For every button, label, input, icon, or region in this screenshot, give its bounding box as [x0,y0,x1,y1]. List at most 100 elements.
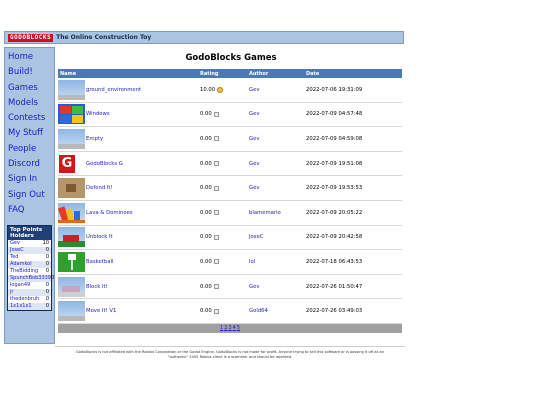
game-author-link[interactable]: Gev [249,87,260,93]
game-thumbnail[interactable] [58,227,85,248]
game-row: Empty 0.00 Gev 2022-07-09 04:59:08 [58,126,402,152]
pagination-row: 12345 [58,323,402,333]
site-tagline: The Online Construction Toy [56,34,152,41]
column-header-author: Author [247,69,304,78]
game-author-cell: Gev [247,151,304,177]
game-name-cell: Unblock It [58,225,198,251]
page-link-1[interactable]: 1 [220,325,223,331]
points-value: 0 [45,289,49,296]
game-name-link[interactable]: Basketball [86,259,113,265]
points-holder-name[interactable]: Adamkol [10,261,32,268]
game-name-link[interactable]: Move It! V1 [86,308,116,314]
points-holder-name[interactable]: Gev [10,240,20,247]
points-row: JoseC 0 [8,247,51,255]
top-banner: GODOBLOCKS The Online Construction Toy [4,31,404,44]
top-points-title: Top Points Holders [10,227,43,240]
game-name-link[interactable]: GodoBlocks G [86,161,123,167]
points-holder-name[interactable]: thedenbruh [10,296,39,303]
game-name-link[interactable]: Windows [86,111,110,117]
game-date-cell: 2022-07-09 20:05:22 [304,200,402,226]
points-holder-name[interactable]: TheBidding [10,268,38,275]
game-name-link[interactable]: Block It! [86,284,108,290]
sidebar-link-build[interactable]: Build! [5,65,54,80]
table-header-row: Name Rating Author Date [58,69,402,78]
sidebar-link-home[interactable]: Home [5,50,54,65]
game-date-cell: 2022-07-26 03:49:03 [304,298,402,324]
game-date: 2022-07-26 03:49:03 [306,308,363,315]
points-value: 10 [42,240,49,247]
game-rating-cell: 0.00 [198,126,247,152]
game-date: 2022-07-09 04:57:48 [306,111,363,118]
game-rating: 0.00 [200,160,212,167]
game-thumbnail[interactable] [58,276,85,297]
game-date-cell: 2022-07-09 04:59:08 [304,126,402,152]
points-row: jr 0 [8,289,51,297]
game-date: 2022-07-09 19:53:53 [306,185,363,192]
game-name-cell: Lava & Dominoes [58,200,198,226]
sidebar-link-people[interactable]: People [5,142,54,157]
footer-divider [55,346,405,347]
game-thumbnail[interactable]: G [58,153,85,174]
points-value: 0 [51,275,55,282]
game-date-cell: 2022-07-09 04:57:48 [304,102,402,128]
sidebar-link-games[interactable]: Games [5,81,54,96]
game-author-link[interactable]: Gev [249,161,260,167]
game-author-link[interactable]: blamemario [249,210,281,216]
points-row: Ted 0 [8,254,51,262]
points-holder-name[interactable]: SpunchBob3339 [10,275,51,282]
points-holder-name[interactable]: Ted [10,254,18,261]
game-author-link[interactable]: Gev [249,284,260,290]
sidebar: Home Build! Games Models Contests My Stuff Peo… [4,47,55,344]
game-row: G GodoBlocks G 0.00 Gev 2022-07-09 19:51:08 [58,151,402,177]
game-author-cell: lol [247,249,304,275]
page-link-2[interactable]: 2 [224,325,227,331]
points-holder-name[interactable]: 1x1x1x1 [10,303,32,310]
game-rating-cell: 0.00 [198,249,247,275]
sidebar-link-sign-out[interactable]: Sign Out [5,188,54,203]
game-rating: 0.00 [200,234,212,241]
godoblocks-logo[interactable]: GODOBLOCKS [8,33,54,42]
game-author-link[interactable]: JoseC [249,234,264,240]
sidebar-link-faq[interactable]: FAQ [5,203,54,218]
game-author-link[interactable]: Gev [249,111,260,117]
game-name-cell: Defend It! [58,175,198,201]
points-value: 0 [45,303,49,310]
game-author-cell: Gev [247,274,304,300]
pagination: 12345 [58,323,402,333]
page-link-3[interactable]: 3 [228,325,231,331]
game-thumbnail[interactable] [58,178,85,199]
sidebar-link-discord[interactable]: Discord [5,157,54,172]
game-author-link[interactable]: lol [249,259,255,265]
game-date-cell: 2022-07-26 01:50:47 [304,274,402,300]
game-name-link[interactable]: Empty [86,136,103,142]
game-thumbnail[interactable] [58,128,85,149]
game-thumbnail[interactable] [58,202,85,223]
game-author-link[interactable]: Gev [249,185,260,191]
page-link-4[interactable]: 4 [233,325,236,331]
rating-image-icon [213,210,219,216]
game-author-link[interactable]: Gold64 [249,308,268,314]
game-thumbnail[interactable] [58,251,85,272]
game-author-link[interactable]: Gev [249,136,260,142]
points-holder-name[interactable]: jr [10,289,13,296]
points-holder-name[interactable]: logan49 [10,282,30,289]
footer-disclaimer: GodoBlocks is not affiliated with the Ro… [55,350,405,360]
game-rating: 0.00 [200,135,212,142]
game-name-link[interactable]: Defend It! [86,185,113,191]
game-thumbnail[interactable] [58,79,85,100]
page-link-5[interactable]: 5 [237,325,240,331]
game-name-link[interactable]: ground_environment [86,87,141,93]
sidebar-link-sign-in[interactable]: Sign In [5,172,54,187]
game-name-link[interactable]: Lava & Dominoes [86,210,133,216]
sidebar-link-models[interactable]: Models [5,96,54,111]
game-date: 2022-07-18 06:43:53 [306,258,363,265]
points-row: Gev 10 [8,240,51,248]
sidebar-link-contests[interactable]: Contests [5,111,54,126]
game-thumbnail[interactable] [58,104,85,125]
game-row: Defend It! 0.00 Gev 2022-07-09 19:53:53 [58,175,402,201]
sidebar-link-my-stuff[interactable]: My Stuff [5,126,54,141]
game-name-link[interactable]: Unblock It [86,234,113,240]
footer-line-2: "authentic" 2005 Roblox client is a scam… [167,355,293,359]
points-holder-name[interactable]: JoseC [10,247,24,254]
game-thumbnail[interactable] [58,301,85,322]
